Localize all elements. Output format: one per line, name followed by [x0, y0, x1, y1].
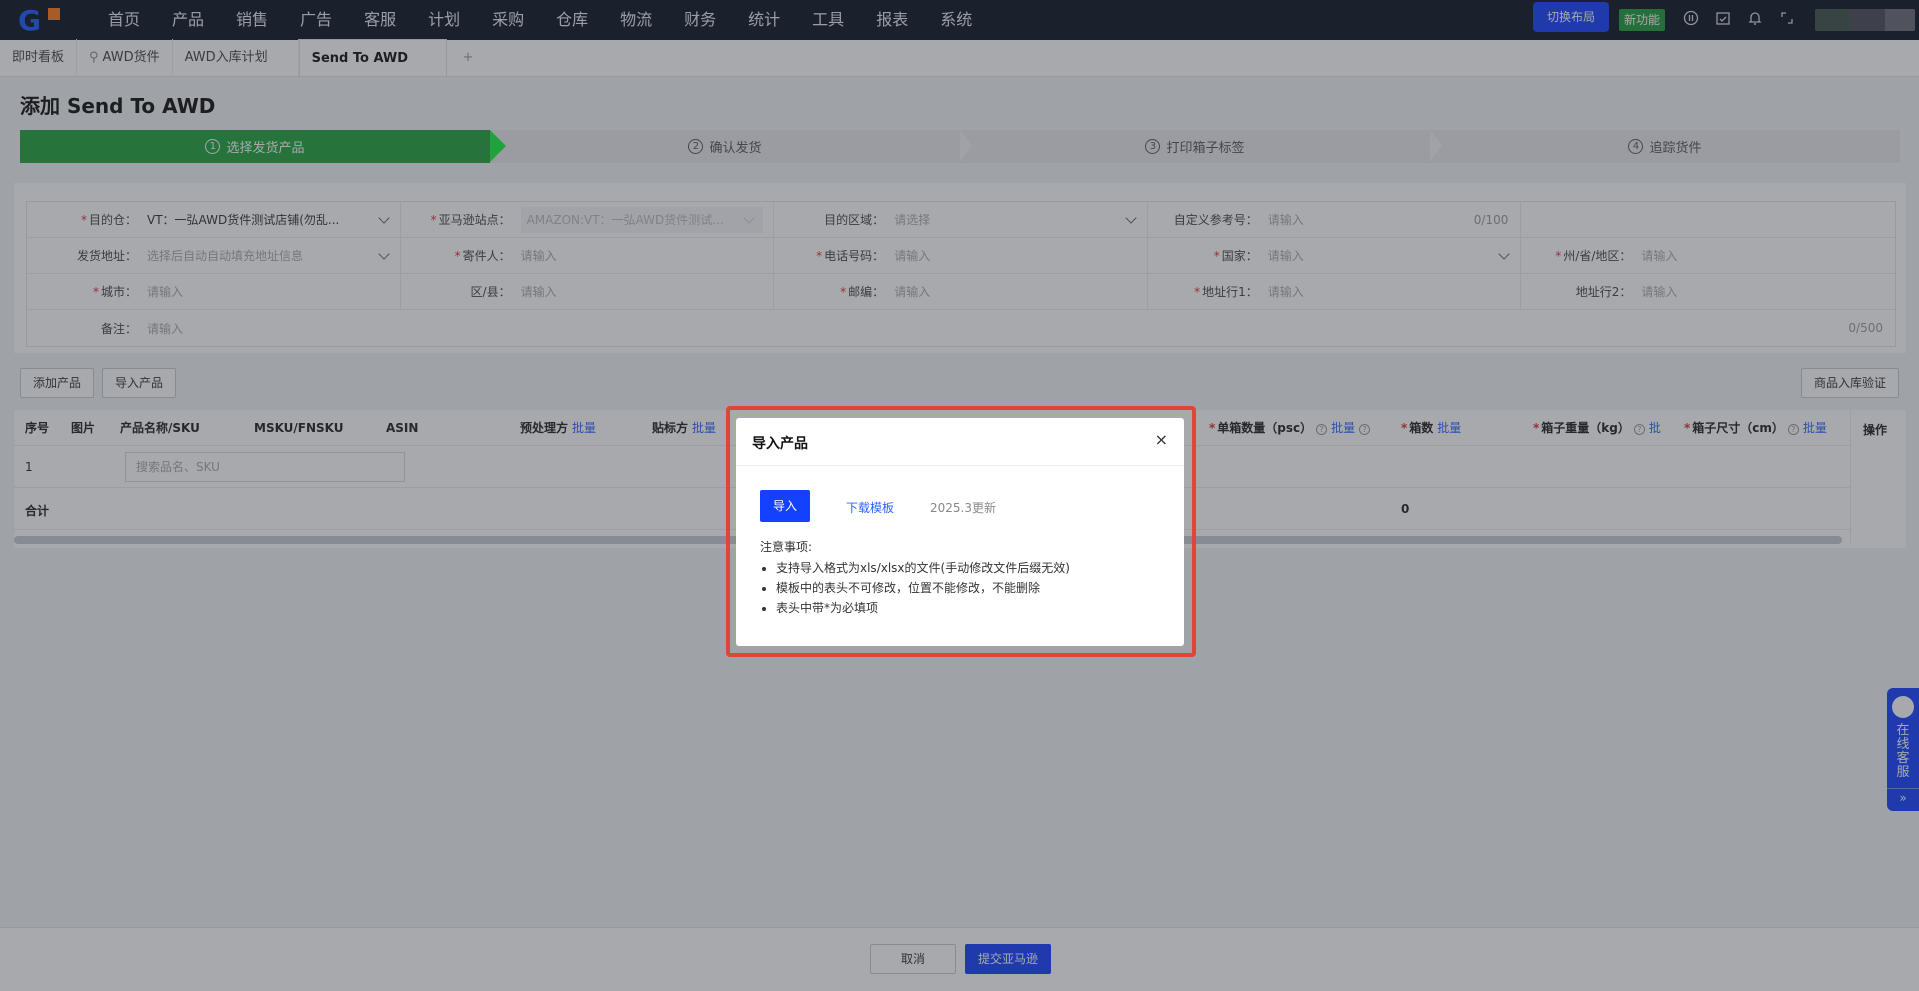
list-item: 表头中带*为必填项 — [776, 598, 1070, 618]
notes-list: 支持导入格式为xls/xlsx的文件(手动修改文件后缀无效) 模板中的表头不可修… — [776, 558, 1070, 618]
download-template-link[interactable]: 下载模板 — [846, 499, 894, 516]
dialog-title: 导入产品 — [752, 436, 808, 452]
list-item: 支持导入格式为xls/xlsx的文件(手动修改文件后缀无效) — [776, 558, 1070, 578]
template-update-note: 2025.3更新 — [930, 501, 996, 515]
import-button[interactable]: 导入 — [760, 490, 810, 522]
close-icon[interactable]: × — [1155, 430, 1168, 449]
list-item: 模板中的表头不可修改，位置不能修改，不能删除 — [776, 578, 1070, 598]
dialog-header: 导入产品 × — [736, 418, 1184, 466]
import-product-dialog: 导入产品 × 导入 下载模板 2025.3更新 注意事项: 支持导入格式为xls… — [736, 418, 1184, 646]
notes-title: 注意事项: — [760, 540, 813, 554]
